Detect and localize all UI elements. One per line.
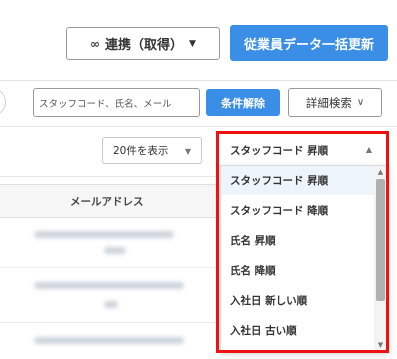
table-header: メールアドレス	[0, 184, 220, 218]
link-fetch-label: 連携（取得）	[105, 38, 184, 53]
advanced-search-label: 詳細検索	[305, 95, 352, 110]
blurred-email	[104, 247, 126, 254]
per-page-value: 20件を表示	[113, 145, 169, 157]
sort-option[interactable]: 氏名 昇順	[221, 226, 374, 255]
page: ∞ 連携（取得） ▼ 従業員データ一括更新 スタッフコード、氏名、メール 条件解…	[0, 0, 397, 359]
link-fetch-button[interactable]: ∞ 連携（取得） ▼	[66, 27, 220, 60]
bulk-update-button[interactable]: 従業員データ一括更新	[230, 25, 388, 61]
scroll-up-icon[interactable]: ▲	[376, 168, 385, 176]
sort-select[interactable]: スタッフコード 昇順 ▲	[220, 139, 380, 161]
divider	[0, 80, 397, 81]
row-toggle-circle[interactable]	[0, 88, 6, 116]
advanced-search-button[interactable]: 詳細検索 ∨	[288, 88, 382, 117]
sort-dropdown-menu: スタッフコード 昇順 スタッフコード 降順 氏名 昇順 氏名 降順 入社日 新し…	[220, 165, 389, 353]
sort-option[interactable]: スタッフコード 昇順	[221, 166, 374, 195]
blurred-email	[34, 337, 184, 344]
sort-select-value: スタッフコード 昇順	[230, 144, 329, 157]
table-row[interactable]	[0, 323, 220, 359]
table-row[interactable]	[0, 268, 220, 323]
caret-up-icon: ▲	[365, 145, 372, 154]
dropdown-scrollbar-thumb[interactable]	[376, 179, 385, 301]
blurred-email	[104, 301, 118, 308]
search-input[interactable]: スタッフコード、氏名、メール	[33, 88, 200, 117]
sort-option[interactable]: スタッフコード 降順	[221, 196, 374, 225]
caret-down-icon: ▼	[184, 147, 191, 156]
divider	[0, 126, 397, 127]
column-header-email: メールアドレス	[70, 196, 144, 208]
caret-down-icon: ▼	[189, 38, 196, 49]
sort-option[interactable]: 入社日 新しい順	[221, 286, 374, 315]
blurred-email	[34, 282, 184, 289]
clear-conditions-button[interactable]: 条件解除	[206, 89, 280, 116]
link-icon: ∞	[90, 36, 101, 51]
search-placeholder: スタッフコード、氏名、メール	[39, 98, 172, 110]
table-row[interactable]	[0, 217, 220, 268]
chevron-down-icon: ∨	[356, 97, 365, 108]
scroll-down-icon[interactable]: ▼	[376, 341, 385, 349]
per-page-select[interactable]: 20件を表示 ▼	[102, 137, 202, 164]
divider	[0, 176, 220, 177]
sort-option[interactable]: 入社日 古い順	[221, 316, 374, 345]
blurred-email	[34, 231, 174, 238]
sort-option[interactable]: 氏名 降順	[221, 256, 374, 285]
